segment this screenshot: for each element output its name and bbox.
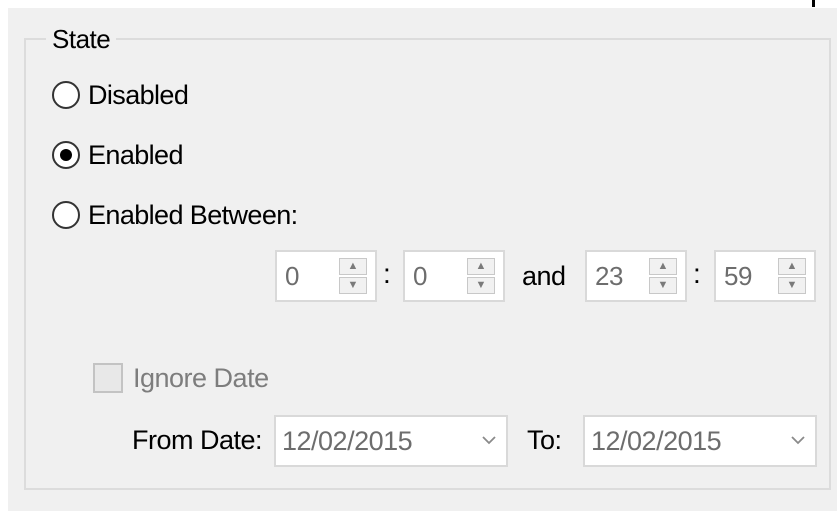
radio-disabled-label: Disabled — [88, 80, 189, 110]
end-hour-value[interactable]: 23 — [595, 252, 623, 300]
to-date-picker[interactable]: 12/02/2015 — [583, 415, 817, 467]
start-hour-down-icon[interactable]: ▼ — [339, 277, 367, 294]
ignore-date-label: Ignore Date — [133, 363, 269, 393]
from-date-value[interactable]: 12/02/2015 — [282, 417, 413, 465]
start-hour-value[interactable]: 0 — [285, 252, 299, 300]
ignore-date-box[interactable] — [93, 363, 123, 393]
time-separator-2: : — [693, 258, 701, 289]
radio-enabled-circle[interactable] — [52, 141, 80, 169]
start-minute-down-icon[interactable]: ▼ — [467, 277, 495, 294]
end-hour-up-icon[interactable]: ▲ — [649, 258, 677, 275]
border-fragment — [812, 0, 815, 7]
from-date-label: From Date: — [132, 425, 263, 455]
start-hour-up-icon[interactable]: ▲ — [339, 258, 367, 275]
radio-disabled[interactable]: Disabled — [52, 78, 189, 112]
end-minute-value[interactable]: 59 — [724, 252, 752, 300]
end-minute-down-icon[interactable]: ▼ — [778, 277, 806, 294]
start-minute-value[interactable]: 0 — [413, 252, 427, 300]
window: State Disabled Enabled Enabled Between: … — [0, 0, 837, 511]
start-minute-spinner[interactable]: 0 ▲ ▼ — [403, 250, 505, 302]
end-hour-down-icon[interactable]: ▼ — [649, 277, 677, 294]
end-hour-spinner[interactable]: 23 ▲ ▼ — [585, 250, 687, 302]
radio-enabled-between[interactable]: Enabled Between: — [52, 198, 298, 232]
state-legend: State — [46, 24, 117, 54]
radio-enabled-label: Enabled — [88, 140, 183, 170]
end-minute-spinner[interactable]: 59 ▲ ▼ — [714, 250, 816, 302]
from-date-picker[interactable]: 12/02/2015 — [274, 415, 508, 467]
end-minute-up-icon[interactable]: ▲ — [778, 258, 806, 275]
time-separator-1: : — [383, 258, 391, 289]
start-minute-up-icon[interactable]: ▲ — [467, 258, 495, 275]
radio-enabled[interactable]: Enabled — [52, 138, 183, 172]
radio-disabled-circle[interactable] — [52, 81, 80, 109]
radio-enabled-between-label: Enabled Between: — [88, 200, 298, 230]
to-date-value[interactable]: 12/02/2015 — [591, 417, 722, 465]
start-hour-spinner[interactable]: 0 ▲ ▼ — [275, 250, 377, 302]
and-label: and — [522, 261, 566, 291]
ignore-date-checkbox[interactable]: Ignore Date — [93, 360, 269, 396]
radio-enabled-between-circle[interactable] — [52, 201, 80, 229]
from-date-chevron-down-icon[interactable] — [480, 431, 498, 449]
to-date-label: To: — [527, 425, 562, 455]
to-date-chevron-down-icon[interactable] — [789, 431, 807, 449]
